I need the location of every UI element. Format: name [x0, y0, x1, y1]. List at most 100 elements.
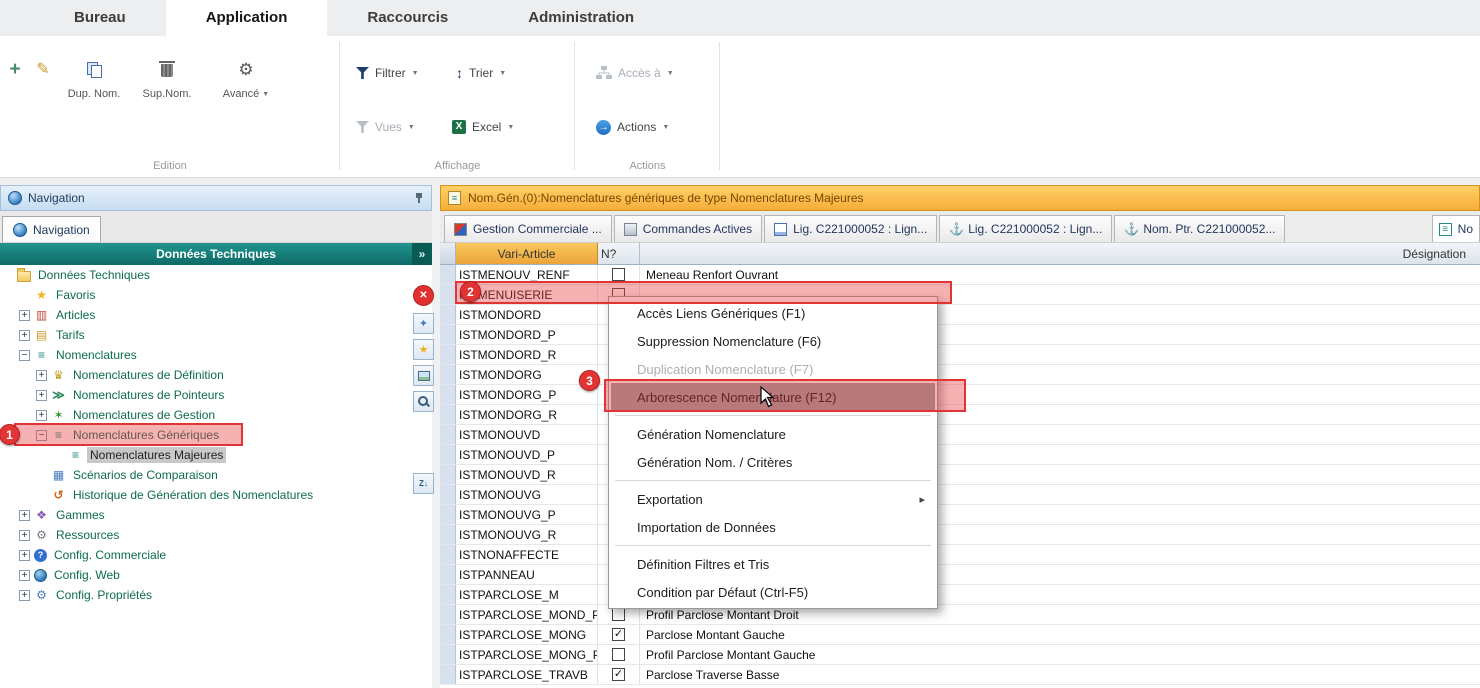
doc-tab[interactable]: Commandes Actives	[614, 215, 762, 242]
checkbox[interactable]	[612, 608, 625, 621]
pin-icon[interactable]	[414, 192, 424, 204]
table-row[interactable]: ISTPARCLOSE_MONGParclose Montant Gauche	[440, 625, 1480, 645]
row-selector[interactable]	[440, 405, 456, 424]
tree-expander-icon[interactable]: +	[36, 410, 47, 421]
favorites-button[interactable]: ★	[413, 339, 434, 360]
advanced-button[interactable]: ⚙ Avancé▼	[204, 52, 288, 100]
tree-item[interactable]: +▤Tarifs	[0, 325, 432, 345]
menu-item[interactable]: Génération Nomenclature	[611, 420, 935, 448]
row-selector[interactable]	[440, 305, 456, 324]
row-selector[interactable]	[440, 385, 456, 404]
row-selector[interactable]	[440, 645, 456, 664]
sparkle-button[interactable]: ✦	[413, 313, 434, 334]
actions-button[interactable]: → Actions ▼	[596, 114, 669, 140]
ribbon-tab-application[interactable]: Application	[166, 0, 328, 36]
tree-expander-icon[interactable]: +	[19, 550, 30, 561]
table-row[interactable]: ISTMONOUVG_P	[440, 505, 1480, 525]
table-row[interactable]: ISTPARCLOSE_MOND_PProfil Parclose Montan…	[440, 605, 1480, 625]
row-selector[interactable]	[440, 365, 456, 384]
checkbox[interactable]	[612, 628, 625, 641]
tree-item[interactable]: ↺Historique de Génération des Nomenclatu…	[0, 485, 432, 505]
tree-item[interactable]: +⚙Ressources	[0, 525, 432, 545]
menu-item[interactable]: Exportation▸	[611, 485, 935, 513]
row-selector[interactable]	[440, 285, 456, 304]
table-row[interactable]: ISTMONDORD	[440, 305, 1480, 325]
access-to-button[interactable]: Accès à ▼	[596, 60, 674, 86]
menu-item[interactable]: Suppression Nomenclature (F6)	[611, 327, 935, 355]
ribbon-tab-administration[interactable]: Administration	[488, 0, 674, 36]
tree-expander-icon[interactable]: −	[19, 350, 30, 361]
column-header-n[interactable]: N?	[598, 243, 640, 265]
doc-tab[interactable]: ⚓Lig. C221000052 : Lign...	[939, 215, 1112, 242]
ribbon-tab-bureau[interactable]: Bureau	[34, 0, 166, 36]
edit-button[interactable]: ✎	[28, 52, 58, 84]
row-selector[interactable]	[440, 265, 456, 284]
menu-item[interactable]: Génération Nom. / Critères	[611, 448, 935, 476]
doc-tab[interactable]: Gestion Commerciale ...	[444, 215, 612, 242]
delete-nomenclature-button[interactable]: Sup.Nom.	[130, 52, 204, 100]
tree-expander-icon[interactable]: +	[19, 530, 30, 541]
row-selector[interactable]	[440, 505, 456, 524]
menu-item[interactable]: Définition Filtres et Tris	[611, 550, 935, 578]
sort-button[interactable]: ↕ Trier ▼	[456, 60, 506, 86]
row-selector[interactable]	[440, 525, 456, 544]
row-selector[interactable]	[440, 605, 456, 624]
row-selector[interactable]	[440, 445, 456, 464]
tree-item[interactable]: +▥Articles	[0, 305, 432, 325]
row-selector[interactable]	[440, 665, 456, 684]
tree-expander-icon[interactable]: +	[19, 510, 30, 521]
tree-expander-icon[interactable]: +	[36, 370, 47, 381]
tree-item[interactable]: +Config. Commerciale	[0, 545, 432, 565]
tree-expander-icon[interactable]: +	[19, 330, 30, 341]
table-row[interactable]: ISTPARCLOSE_TRAVBParclose Traverse Basse	[440, 665, 1480, 685]
column-header-vari-article[interactable]: Vari-Article	[456, 243, 598, 265]
ribbon-tab-raccourcis[interactable]: Raccourcis	[327, 0, 488, 36]
tree-item[interactable]: +❖Gammes	[0, 505, 432, 525]
checkbox[interactable]	[612, 668, 625, 681]
tree-item[interactable]: +⚙Config. Propriétés	[0, 585, 432, 605]
menu-item[interactable]: Importation de Données	[611, 513, 935, 541]
search-button[interactable]	[413, 391, 434, 412]
doc-tab[interactable]: ⚓Nom. Ptr. C221000052...	[1114, 215, 1285, 242]
tree-item[interactable]: +✶Nomenclatures de Gestion	[0, 405, 432, 425]
checkbox[interactable]	[612, 268, 625, 281]
column-header-designation[interactable]: Désignation	[640, 243, 1480, 265]
table-row[interactable]: ISTPARCLOSE_MONG_PProfil Parclose Montan…	[440, 645, 1480, 665]
table-row[interactable]: ISTMONOUVD_P	[440, 445, 1480, 465]
doc-tab[interactable]: ≡No	[1432, 215, 1480, 242]
row-selector[interactable]	[440, 465, 456, 484]
views-button[interactable]: Vues ▼	[356, 114, 415, 140]
tree-item[interactable]: ≡Nomenclatures Majeures	[0, 445, 432, 465]
tree-item[interactable]: +≫Nomenclatures de Pointeurs	[0, 385, 432, 405]
tree-item[interactable]: Données Techniques	[0, 265, 432, 285]
tree-expander-icon[interactable]: +	[19, 570, 30, 581]
filter-button[interactable]: Filtrer ▼	[356, 60, 419, 86]
collapse-panel-button[interactable]: »	[412, 243, 432, 265]
row-selector[interactable]	[440, 625, 456, 644]
table-row[interactable]: ISTMONDORD_R	[440, 345, 1480, 365]
table-row[interactable]: ISTMONOUVG	[440, 485, 1480, 505]
row-selector[interactable]	[440, 545, 456, 564]
table-row[interactable]: ISTNONAFFECTE	[440, 545, 1480, 565]
row-selector[interactable]	[440, 425, 456, 444]
tree-item[interactable]: −≡Nomenclatures	[0, 345, 432, 365]
select-all-corner[interactable]	[440, 243, 456, 265]
table-row[interactable]: ISTMONDORD_P	[440, 325, 1480, 345]
menu-item[interactable]: Condition par Défaut (Ctrl-F5)	[611, 578, 935, 606]
add-button[interactable]: +	[2, 52, 28, 84]
image-view-button[interactable]	[413, 365, 434, 386]
clear-filter-button[interactable]: ✕	[413, 285, 434, 306]
sort-az-button[interactable]: Z↓	[413, 473, 434, 494]
doc-tab[interactable]: Lig. C221000052 : Lign...	[764, 215, 937, 242]
table-row[interactable]: ISTMONOUVD_R	[440, 465, 1480, 485]
duplicate-nomenclature-button[interactable]: Dup. Nom.	[58, 52, 130, 100]
table-row[interactable]: ISTMONOUVD	[440, 425, 1480, 445]
table-row[interactable]: ISTPANNEAU	[440, 565, 1480, 585]
tree-item[interactable]: +♛Nomenclatures de Définition	[0, 365, 432, 385]
tree-expander-icon[interactable]: +	[19, 590, 30, 601]
tree-expander-icon[interactable]: +	[19, 310, 30, 321]
row-selector[interactable]	[440, 345, 456, 364]
table-row[interactable]: ISTPARCLOSE_M	[440, 585, 1480, 605]
row-selector[interactable]	[440, 325, 456, 344]
row-selector[interactable]	[440, 585, 456, 604]
